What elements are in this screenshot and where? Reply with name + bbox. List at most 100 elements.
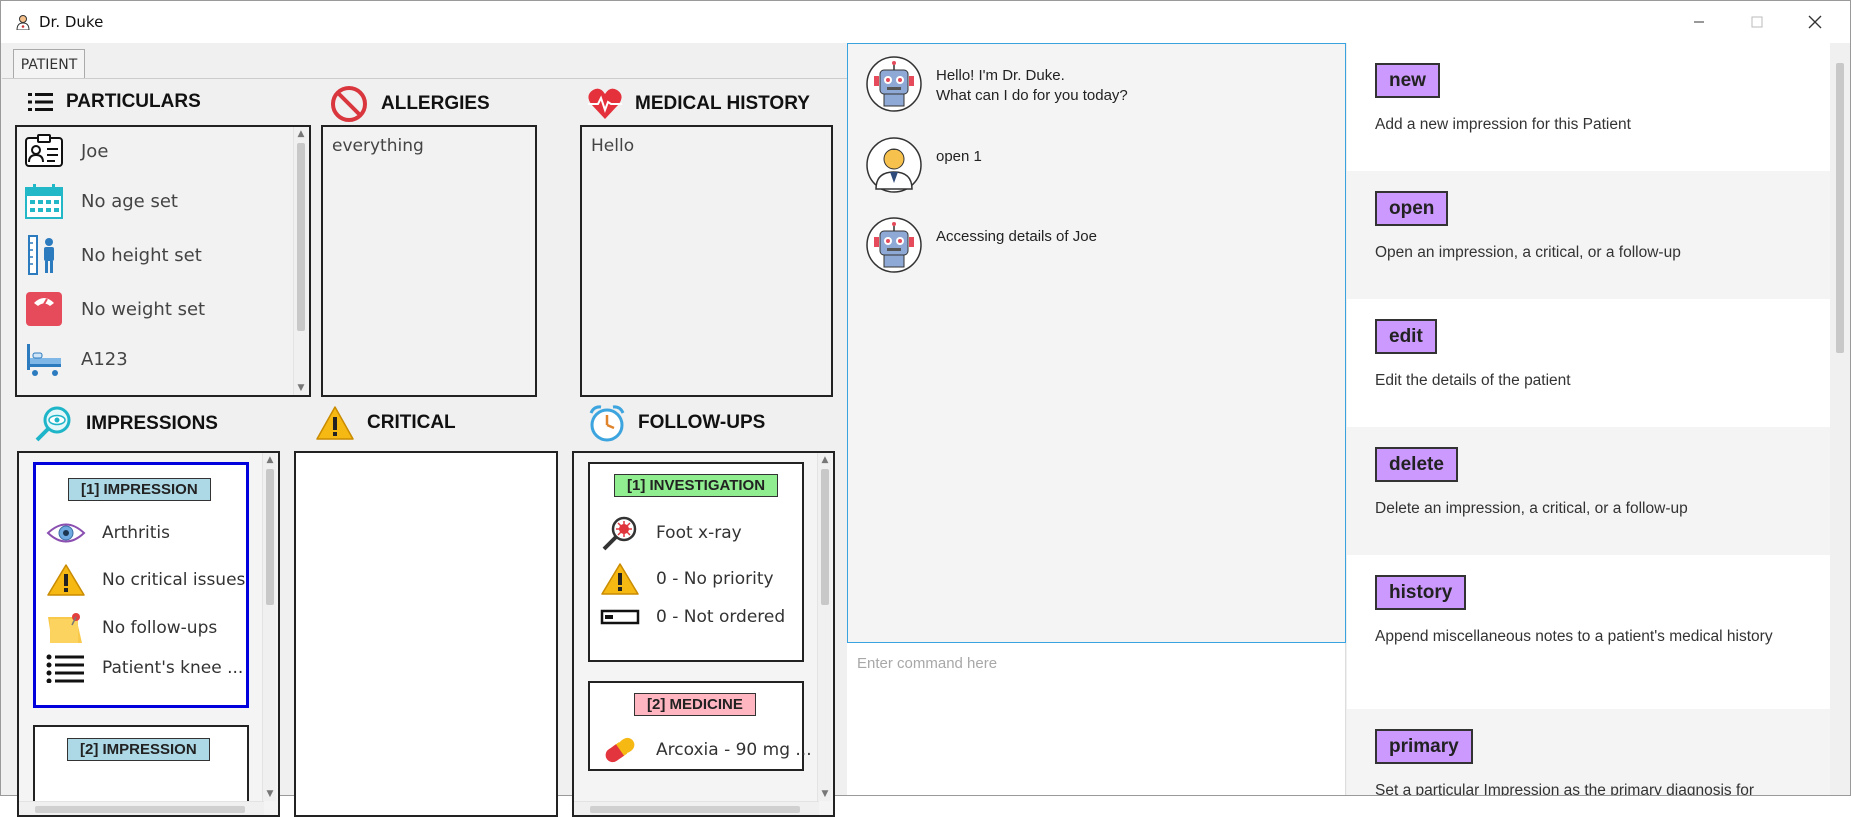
command-badge: new <box>1375 63 1440 98</box>
medical-history-header: MEDICAL HISTORY <box>587 87 810 121</box>
help-item-edit[interactable]: edit Edit the details of the patient <box>1347 299 1830 427</box>
patient-pane: PATIENT PARTICULARS ALLERGIES MEDICAL HI… <box>2 43 847 817</box>
maximize-button[interactable] <box>1728 1 1786 43</box>
followups-scrollbar[interactable]: ▲ ▼ <box>817 453 831 801</box>
particulars-title: PARTICULARS <box>66 91 201 112</box>
scroll-up-icon[interactable]: ▲ <box>818 453 832 467</box>
scroll-down-icon[interactable]: ▼ <box>263 787 277 801</box>
command-description: Open an impression, a critical, or a fol… <box>1375 244 1681 261</box>
impression-card-2[interactable]: [2] IMPRESSION <box>33 725 249 805</box>
particulars-scrollbar[interactable]: ▲ ▼ <box>293 127 307 395</box>
scrollbar-thumb[interactable] <box>266 469 274 605</box>
scroll-down-icon[interactable]: ▼ <box>294 381 308 395</box>
scrollbar-thumb[interactable] <box>1836 63 1844 353</box>
close-button[interactable] <box>1786 1 1844 43</box>
allergies-text: everything <box>332 136 424 156</box>
followups-title: FOLLOW-UPS <box>638 412 766 433</box>
followups-hscrollbar[interactable] <box>574 801 819 815</box>
patient-age: No age set <box>81 190 178 212</box>
scrollbar-thumb[interactable] <box>821 469 829 605</box>
chat-message-text: open 1 <box>936 147 982 193</box>
medicine-tag: [2] MEDICINE <box>634 693 756 716</box>
impression-notes-row: Patient's knee ... <box>46 653 243 683</box>
list-icon <box>28 93 53 111</box>
command-badge: open <box>1375 191 1449 226</box>
impression-tag: [2] IMPRESSION <box>67 738 210 761</box>
particulars-panel: Joe No age set No height set No weight s… <box>15 125 311 397</box>
followup-card-2[interactable]: [2] MEDICINE Arcoxia - 90 mg ... <box>588 681 812 771</box>
hscrollbar-thumb[interactable] <box>35 806 245 813</box>
warning-icon <box>601 563 639 595</box>
scroll-up-icon[interactable]: ▲ <box>263 453 277 467</box>
chat-message-text: Hello! I'm Dr. Duke. What can I do for y… <box>936 66 1128 112</box>
command-input[interactable] <box>857 649 1327 677</box>
followups-header: FOLLOW-UPS <box>588 404 765 442</box>
maximize-icon <box>1751 16 1763 28</box>
minimize-button[interactable] <box>1670 1 1728 43</box>
impressions-scrollbar[interactable]: ▲ ▼ <box>262 453 276 801</box>
command-badge: edit <box>1375 319 1437 354</box>
hospital-bed-icon <box>27 344 61 376</box>
critical-panel <box>294 451 558 817</box>
help-item-history[interactable]: history Append miscellaneous notes to a … <box>1347 555 1830 709</box>
impression-critical-row: No critical issues <box>46 563 245 597</box>
impressions-title: IMPRESSIONS <box>86 413 218 434</box>
chat-line: open 1 <box>936 148 982 165</box>
tab-divider <box>2 78 847 79</box>
command-badge: primary <box>1375 729 1473 764</box>
allergies-header: ALLERGIES <box>329 84 490 124</box>
prohibited-icon <box>331 86 367 122</box>
impressions-hscrollbar[interactable] <box>19 801 264 815</box>
help-item-new[interactable]: new Add a new impression for this Patien… <box>1347 43 1830 171</box>
impression-followups-row: No follow-ups <box>46 611 217 645</box>
followup-status-row: 0 - Not ordered <box>600 607 785 627</box>
scroll-down-icon[interactable]: ▼ <box>818 787 832 801</box>
followup-medicine: Arcoxia - 90 mg ... <box>656 740 812 760</box>
id-card-icon <box>25 134 63 167</box>
weighing-scale-icon <box>26 292 62 326</box>
chat-message: Hello! I'm Dr. Duke. What can I do for y… <box>866 56 1128 112</box>
allergies-panel: everything <box>321 125 537 397</box>
medical-history-text: Hello <box>591 136 635 156</box>
warning-icon <box>47 564 85 596</box>
help-item-delete[interactable]: delete Delete an impression, a critical,… <box>1347 427 1830 555</box>
hscrollbar-thumb[interactable] <box>590 806 800 813</box>
help-item-open[interactable]: open Open an impression, a critical, or … <box>1347 171 1830 299</box>
followups-panel: [1] INVESTIGATION Foot x-ray 0 - No prio… <box>572 451 835 817</box>
particular-weight: No weight set <box>25 289 205 329</box>
height-icon <box>28 235 54 275</box>
impression-tag: [1] IMPRESSION <box>68 478 211 501</box>
chat-line: Accessing details of Joe <box>936 228 1097 245</box>
followup-status: 0 - Not ordered <box>656 607 786 627</box>
followup-card-1[interactable]: [1] INVESTIGATION Foot x-ray 0 - No prio… <box>588 462 804 662</box>
medical-history-panel: Hello <box>580 125 833 397</box>
followup-name: Foot x-ray <box>656 523 742 543</box>
command-description: Set a particular Impression as the prima… <box>1375 782 1755 795</box>
title-bar: Dr. Duke <box>1 1 1850 43</box>
heartbeat-icon <box>588 88 622 119</box>
tab-patient[interactable]: PATIENT <box>13 49 85 79</box>
critical-header: CRITICAL <box>315 405 456 441</box>
robot-avatar-icon <box>866 56 922 112</box>
impression-description-row: Arthritis <box>46 520 170 546</box>
list-icon <box>46 654 84 683</box>
command-area <box>847 643 1346 795</box>
progress-bar-icon <box>600 609 640 625</box>
help-item-primary[interactable]: primary Set a particular Impression as t… <box>1347 709 1830 795</box>
impression-card-1[interactable]: [1] IMPRESSION Arthritis No critical iss… <box>33 462 249 708</box>
chat-message: Accessing details of Joe <box>866 217 1097 273</box>
scroll-up-icon[interactable]: ▲ <box>294 127 308 141</box>
doctor-avatar-icon <box>866 137 922 193</box>
scrollbar-thumb[interactable] <box>297 143 305 331</box>
help-scrollbar[interactable] <box>1830 43 1850 795</box>
alarm-clock-icon <box>589 405 625 442</box>
command-badge: history <box>1375 575 1467 610</box>
impression-followups: No follow-ups <box>102 618 218 638</box>
patient-bed: A123 <box>81 348 128 370</box>
calendar-icon <box>25 184 63 219</box>
particular-age: No age set <box>25 181 178 221</box>
warning-icon <box>316 406 354 440</box>
app-window: Dr. Duke PATIENT PARTICULARS ALLERGIES M… <box>0 0 1851 817</box>
followup-name-row: Foot x-ray <box>600 514 742 552</box>
command-description: Add a new impression for this Patient <box>1375 116 1631 133</box>
